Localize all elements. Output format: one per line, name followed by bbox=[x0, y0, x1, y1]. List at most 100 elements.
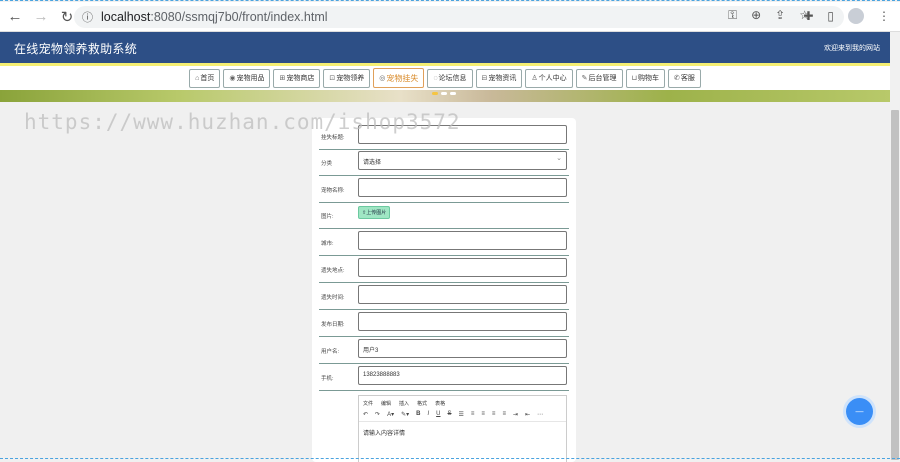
highlight-icon[interactable]: ✎▾ bbox=[401, 411, 409, 418]
indent-icon[interactable]: ⇥ bbox=[513, 411, 518, 418]
align-center-icon[interactable]: ≡ bbox=[481, 411, 485, 418]
nav-item-home[interactable]: ⌂ 首页 bbox=[189, 68, 221, 88]
carousel-dot[interactable] bbox=[441, 92, 447, 95]
text-input[interactable] bbox=[358, 312, 567, 331]
field-label: 图片: bbox=[321, 214, 334, 220]
editor-placeholder[interactable]: 请输入内容详情 bbox=[359, 422, 566, 443]
watermark-text: https://www.huzhan.com/ishop3572 bbox=[24, 110, 461, 134]
nav-item-label: 购物车 bbox=[638, 75, 659, 82]
field-label: 发布日期: bbox=[321, 322, 345, 328]
welcome-text: 欢迎来到我的网站 bbox=[824, 45, 880, 52]
forward-arrow-icon[interactable]: → bbox=[30, 6, 52, 28]
form-row: 分类 请选择 bbox=[319, 149, 569, 176]
category-select[interactable]: 请选择 bbox=[358, 151, 567, 170]
bottom-dashed-border bbox=[0, 458, 900, 460]
site-header: 在线宠物领养救助系统 欢迎来到我的网站 bbox=[0, 32, 890, 63]
nav-item-label: 客服 bbox=[680, 75, 695, 82]
form-row: 用户名: 用户3 bbox=[319, 337, 569, 364]
nav-item-service[interactable]: ✆ 客服 bbox=[668, 68, 701, 88]
editor-menu-item[interactable]: 文件 bbox=[363, 400, 373, 407]
underline-icon[interactable]: U bbox=[436, 411, 440, 418]
news-icon: ⊟ bbox=[481, 75, 488, 82]
share-icon[interactable]: ⇪ bbox=[775, 8, 785, 23]
lost-icon: ◎ bbox=[379, 75, 386, 82]
nav-item-goods[interactable]: ◉ 宠物用品 bbox=[223, 68, 271, 88]
text-input[interactable]: 用户3 bbox=[358, 339, 567, 358]
nav-item-label: 宠物资讯 bbox=[488, 75, 517, 82]
undo-icon[interactable]: ↶ bbox=[363, 411, 368, 418]
main-nav: ⌂ 首页 ◉ 宠物用品 ⊞ 宠物商店 ⊡ 宠物领养 ◎ 宠物挂失 ◌ 论坛信息 ⊟ 宠物资讯 ♙ 个人中心 ✎ 后… bbox=[0, 66, 890, 90]
url-path: :8080/ssmqj7b0/front/index.html bbox=[150, 10, 328, 24]
nav-item-label: 宠物用品 bbox=[236, 75, 265, 82]
strikethrough-icon[interactable]: S bbox=[447, 411, 451, 418]
editor-menu: 文件 编辑 插入 格式 表格 bbox=[359, 396, 566, 407]
justify-icon[interactable]: ≡ bbox=[502, 411, 506, 418]
nav-item-user[interactable]: ♙ 个人中心 bbox=[525, 68, 573, 88]
rich-text-editor[interactable]: 文件 编辑 插入 格式 表格 ↶ ↷ A▾ ✎▾ B I U S ☰ ≡ ≡ ≡ ≡ ⇥… bbox=[358, 395, 567, 462]
floating-action-button[interactable]: — bbox=[846, 398, 873, 425]
back-arrow-icon[interactable]: ← bbox=[4, 6, 26, 28]
zoom-icon[interactable]: ⊕ bbox=[751, 8, 761, 23]
text-input[interactable] bbox=[358, 258, 567, 277]
scrollbar-thumb[interactable] bbox=[891, 110, 899, 460]
upload-image-button[interactable]: ⇧ 上传图片 bbox=[358, 206, 391, 219]
bold-icon[interactable]: B bbox=[416, 411, 420, 418]
text-input[interactable]: 13823888883 bbox=[358, 366, 567, 385]
nav-item-admin[interactable]: ✎ 后台管理 bbox=[575, 68, 623, 88]
field-label: 挂失标题: bbox=[321, 135, 345, 141]
side-panel-icon[interactable]: ▯ bbox=[827, 9, 834, 23]
redo-icon[interactable]: ↷ bbox=[375, 411, 380, 418]
editor-toolbar: ↶ ↷ A▾ ✎▾ B I U S ☰ ≡ ≡ ≡ ≡ ⇥ ⇤ ⋯ bbox=[359, 407, 566, 422]
carousel-dots bbox=[432, 92, 456, 95]
text-color-icon[interactable]: A▾ bbox=[387, 411, 394, 418]
page-scrollbar[interactable] bbox=[890, 32, 900, 462]
carousel-dot[interactable] bbox=[450, 92, 456, 95]
nav-item-news[interactable]: ⊟ 宠物资讯 bbox=[475, 68, 523, 88]
extensions-icon[interactable]: ✚ bbox=[803, 9, 813, 23]
banner-image bbox=[0, 90, 890, 102]
list-icon[interactable]: ☰ bbox=[459, 411, 464, 418]
adopt-icon: ⊡ bbox=[329, 75, 336, 82]
key-icon[interactable]: ⚿ bbox=[728, 8, 737, 23]
text-input[interactable] bbox=[358, 285, 567, 304]
browser-toolbar-icons: ✚ ▯ ⋮ bbox=[803, 8, 890, 24]
service-icon: ✆ bbox=[674, 75, 680, 82]
nav-item-label: 个人中心 bbox=[538, 75, 567, 82]
top-dashed-border bbox=[0, 0, 900, 2]
field-label: 手机: bbox=[321, 376, 334, 382]
italic-icon[interactable]: I bbox=[427, 411, 429, 418]
nav-item-label: 后台管理 bbox=[588, 75, 617, 82]
nav-item-forum[interactable]: ◌ 论坛信息 bbox=[427, 68, 473, 88]
profile-avatar[interactable] bbox=[848, 8, 864, 24]
align-left-icon[interactable]: ≡ bbox=[471, 411, 475, 418]
browser-toolbar: ← → ↻ ⓘ localhost:8080/ssmqj7b0/front/in… bbox=[0, 2, 900, 32]
shop-icon: ⊞ bbox=[279, 75, 286, 82]
nav-item-cart[interactable]: ⊔ 购物车 bbox=[625, 68, 665, 88]
address-bar-icons: ⚿ ⊕ ⇪ ☆ bbox=[728, 8, 810, 23]
more-menu-icon[interactable]: ⋮ bbox=[878, 9, 890, 23]
form-row: 宠物名称: bbox=[319, 176, 569, 203]
text-input[interactable] bbox=[358, 231, 567, 250]
outdent-icon[interactable]: ⇤ bbox=[525, 411, 530, 418]
lost-pet-form: 文件 编辑 插入 格式 表格 ↶ ↷ A▾ ✎▾ B I U S ☰ ≡ ≡ ≡ ≡ ⇥… bbox=[312, 118, 576, 462]
goods-icon: ◉ bbox=[229, 75, 236, 82]
nav-item-label: 论坛信息 bbox=[438, 75, 467, 82]
nav-item-lost[interactable]: ◎ 宠物挂失 bbox=[373, 68, 425, 88]
editor-menu-item[interactable]: 格式 bbox=[417, 400, 427, 407]
home-icon: ⌂ bbox=[195, 74, 200, 82]
text-input[interactable] bbox=[358, 178, 567, 197]
form-row: 遗失时间: bbox=[319, 283, 569, 310]
nav-item-shop[interactable]: ⊞ 宠物商店 bbox=[273, 68, 321, 88]
field-label: 遗失地点: bbox=[321, 268, 345, 274]
nav-item-adopt[interactable]: ⊡ 宠物领养 bbox=[323, 68, 371, 88]
editor-menu-item[interactable]: 编辑 bbox=[381, 400, 391, 407]
align-right-icon[interactable]: ≡ bbox=[492, 411, 496, 418]
nav-item-label: 宠物挂失 bbox=[386, 73, 419, 83]
form-row: 遗失地点: bbox=[319, 256, 569, 283]
more-tools-icon[interactable]: ⋯ bbox=[537, 411, 543, 418]
editor-menu-item[interactable]: 插入 bbox=[399, 400, 409, 407]
editor-menu-item[interactable]: 表格 bbox=[435, 400, 445, 407]
info-icon[interactable]: ⓘ bbox=[82, 9, 93, 25]
field-label: 分类 bbox=[321, 161, 333, 167]
carousel-dot[interactable] bbox=[432, 92, 438, 95]
